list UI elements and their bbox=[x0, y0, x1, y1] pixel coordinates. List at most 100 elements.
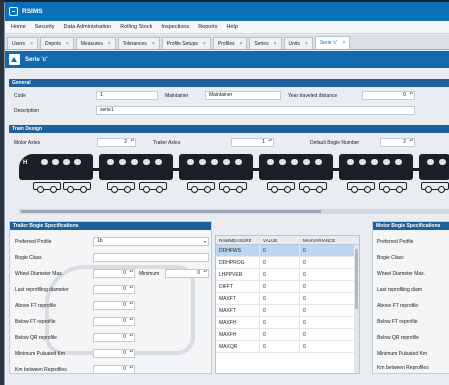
menu-help[interactable]: Help bbox=[226, 24, 237, 30]
close-icon[interactable]: × bbox=[108, 41, 111, 47]
preferred-profile-select[interactable]: 1b ▾ bbox=[93, 237, 209, 246]
trailer-axles-stepper[interactable]: 1 bbox=[231, 138, 274, 147]
tab-serie-c[interactable]: Serie 'c' × bbox=[314, 36, 351, 49]
tab-measures[interactable]: Measures × bbox=[75, 37, 116, 49]
chevron-down-icon[interactable]: ▾ bbox=[204, 238, 206, 245]
menu-home[interactable]: Home bbox=[11, 24, 26, 30]
default-bogie-number-stepper[interactable]: 2 bbox=[380, 138, 415, 147]
menu-reports[interactable]: Reports bbox=[198, 24, 217, 30]
motor-axles-label: Motor Axles bbox=[14, 140, 41, 146]
column-header-maxvariance[interactable]: MAXVARIANCE bbox=[300, 236, 345, 244]
cell: MAXFH bbox=[216, 317, 260, 328]
tab-label: Tolerances bbox=[122, 40, 147, 47]
close-icon[interactable]: × bbox=[305, 41, 308, 47]
title-bar: RSIMS bbox=[5, 2, 449, 21]
motor-last-reprofiling-label: Last reprofiling diam bbox=[377, 287, 423, 293]
window bbox=[315, 159, 322, 165]
below-qr-reprofile-stepper[interactable]: 0 bbox=[93, 333, 135, 342]
cell: MAXFH bbox=[216, 329, 260, 340]
table-row[interactable]: MAXFH 0 0 bbox=[216, 317, 359, 329]
table-row[interactable]: MAXFT 0 0 bbox=[216, 305, 359, 317]
table-row[interactable]: MAXQR 0 0 bbox=[216, 341, 359, 353]
train-car[interactable] bbox=[259, 154, 333, 180]
tab-label: Measures bbox=[80, 40, 103, 47]
menu-data-administration[interactable]: Data Administration bbox=[64, 24, 112, 30]
window bbox=[279, 159, 286, 165]
window bbox=[267, 159, 274, 165]
train-car[interactable] bbox=[99, 154, 173, 180]
tab-users[interactable]: Users × bbox=[7, 37, 38, 49]
train-car[interactable] bbox=[339, 154, 413, 180]
bogie[interactable] bbox=[63, 182, 91, 193]
document-header: Serie 'c' bbox=[5, 51, 449, 68]
bogie[interactable] bbox=[219, 182, 247, 193]
motor-km-between-reprofiles-label: Km between Reprofiles bbox=[377, 365, 429, 371]
below-ft-reprofile-stepper[interactable]: 0 bbox=[93, 317, 135, 326]
train-horizontal-scrollbar[interactable] bbox=[19, 209, 449, 214]
window bbox=[187, 159, 194, 165]
minimum-stepper[interactable]: 0 bbox=[165, 269, 209, 278]
bogie[interactable] bbox=[347, 182, 375, 193]
column-header-value[interactable]: VALUE bbox=[260, 236, 300, 244]
close-icon[interactable]: × bbox=[274, 41, 277, 47]
menu-inspections[interactable]: Inspections bbox=[161, 24, 189, 30]
motor-axles-stepper[interactable]: 2 bbox=[97, 138, 136, 147]
window bbox=[395, 159, 402, 165]
close-icon[interactable]: × bbox=[30, 41, 33, 47]
grid-vertical-scrollbar[interactable] bbox=[354, 245, 359, 373]
table-row[interactable]: DDHFWS 0 0 bbox=[216, 245, 359, 257]
bogie[interactable] bbox=[421, 182, 449, 193]
tab-profile-setups[interactable]: Profile Setups × bbox=[161, 37, 211, 49]
table-row[interactable]: MAXFH 0 0 bbox=[216, 329, 359, 341]
bogie[interactable] bbox=[139, 182, 167, 193]
close-icon[interactable]: × bbox=[66, 41, 69, 47]
table-row[interactable]: LHPPVER 0 0 bbox=[216, 269, 359, 281]
close-icon[interactable]: × bbox=[152, 41, 155, 47]
maintainer-field[interactable]: Maintainer bbox=[205, 91, 281, 100]
table-row[interactable]: MAXFT 0 0 bbox=[216, 293, 359, 305]
tab-series[interactable]: Series × bbox=[249, 37, 282, 49]
tab-tolerances[interactable]: Tolerances × bbox=[117, 37, 160, 49]
cell: 0 bbox=[260, 293, 300, 304]
train-car[interactable] bbox=[419, 154, 449, 180]
preferred-profile-label: Preferred Profile bbox=[15, 239, 52, 245]
tab-profiles[interactable]: Profiles × bbox=[212, 37, 248, 49]
close-icon[interactable]: × bbox=[239, 41, 242, 47]
km-between-reprofiles-stepper[interactable]: 0 bbox=[93, 365, 135, 374]
tab-depots[interactable]: Depots × bbox=[39, 37, 74, 49]
minimum-pulsated-km-label: Minimum Pulsated Km bbox=[15, 351, 66, 357]
trailer-axles-label: Trailer Axles bbox=[153, 140, 181, 146]
menu-rolling-stock[interactable]: Rolling Stock bbox=[120, 24, 152, 30]
bogie[interactable] bbox=[187, 182, 215, 193]
tab-units[interactable]: Units × bbox=[283, 37, 313, 49]
scrollbar-thumb[interactable] bbox=[21, 210, 321, 213]
bogie-class-label: Bogie Class bbox=[15, 255, 42, 261]
table-row[interactable]: DDHPROG 0 0 bbox=[216, 257, 359, 269]
bogie[interactable] bbox=[267, 182, 295, 193]
lead-car[interactable]: H bbox=[19, 154, 93, 180]
code-field[interactable]: 1 bbox=[96, 91, 158, 100]
minimum-pulsated-km-stepper[interactable]: 0 bbox=[93, 349, 135, 358]
description-field[interactable]: serie1 bbox=[96, 106, 415, 115]
close-icon[interactable]: × bbox=[203, 41, 206, 47]
bogie[interactable] bbox=[33, 182, 61, 193]
menu-security[interactable]: Security bbox=[35, 24, 55, 30]
wheel-diameter-max-stepper[interactable]: 0 bbox=[93, 269, 135, 278]
bogie[interactable] bbox=[379, 182, 407, 193]
above-ft-reprofile-stepper[interactable]: 0 bbox=[93, 301, 135, 310]
motor-wheel-diameter-max-label: Wheel Diameter Max. bbox=[377, 271, 426, 277]
screen: RSIMS Home Security Data Administration … bbox=[0, 0, 449, 385]
scrollbar-thumb[interactable] bbox=[355, 249, 358, 309]
bogie[interactable] bbox=[107, 182, 135, 193]
bogie-class-field[interactable] bbox=[93, 253, 209, 262]
window bbox=[359, 159, 366, 165]
year-traveled-distance-stepper[interactable]: 0 bbox=[362, 91, 415, 100]
cell: DDHPROG bbox=[216, 257, 260, 268]
cell: DIFFT bbox=[216, 281, 260, 292]
column-header-rawmeasure[interactable]: RAWMEASURE bbox=[216, 236, 260, 244]
last-reprofiling-diameter-stepper[interactable]: 0 bbox=[93, 285, 135, 294]
bogie[interactable] bbox=[299, 182, 327, 193]
train-car[interactable] bbox=[179, 154, 253, 180]
table-row[interactable]: DIFFT 0 0 bbox=[216, 281, 359, 293]
close-icon[interactable]: × bbox=[342, 40, 345, 46]
